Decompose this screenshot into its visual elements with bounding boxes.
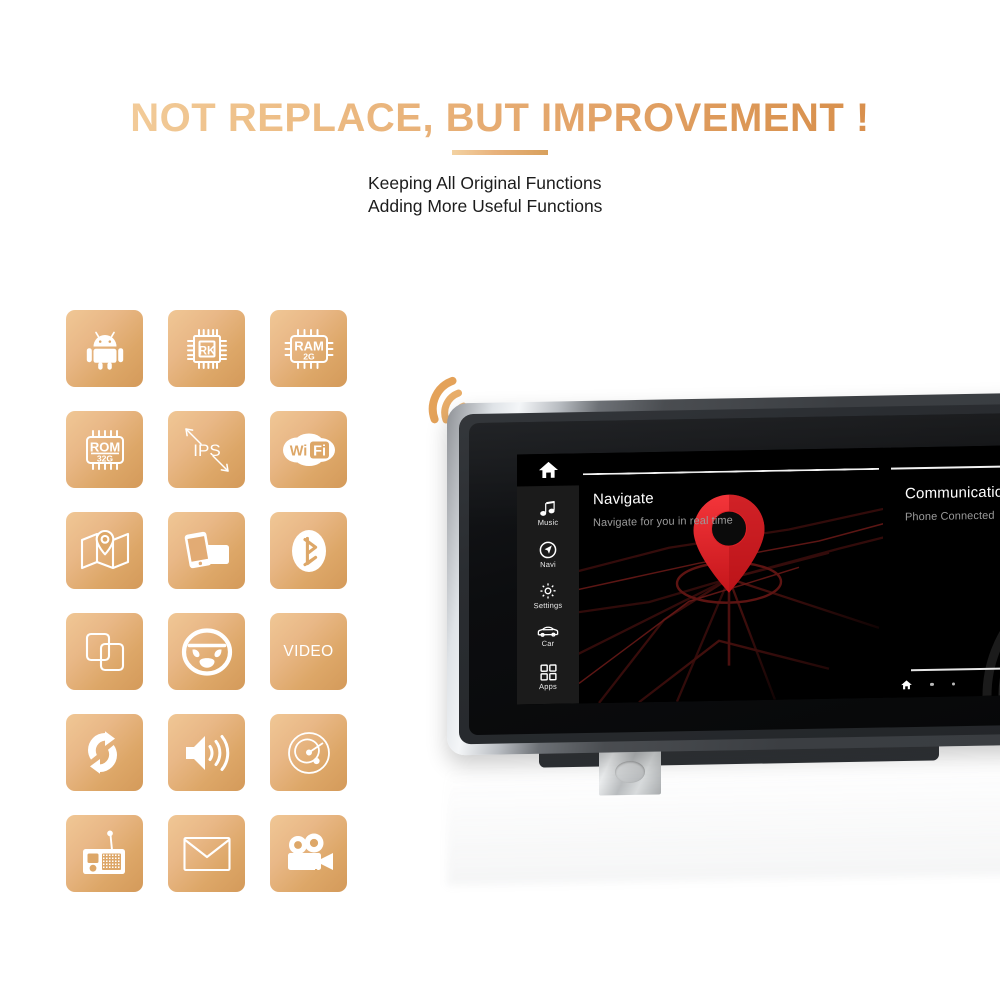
screen-cards: Navigate Navigate for you in real time C… xyxy=(579,445,1000,704)
feature-tile-ram: RAM 2G xyxy=(270,310,347,387)
card-navigate[interactable]: Navigate Navigate for you in real time xyxy=(579,447,883,704)
cpu-chip-icon: RK xyxy=(182,324,232,374)
bluetooth-icon xyxy=(286,526,332,576)
feature-tile-sound xyxy=(168,714,245,791)
car-head-unit: Music Navi Settings Car Apps Navigate Na… xyxy=(447,392,1000,796)
page-title: NOT REPLACE, BUT IMPROVEMENT ! xyxy=(0,96,1000,141)
feature-tile-wifi: Wi Fi xyxy=(270,411,347,488)
feature-icon-grid: RK RAM 2G ROM 32G IPS Wi Fi VIDEO xyxy=(66,310,347,892)
sidebar-item-settings[interactable]: Settings xyxy=(517,574,579,616)
navigation-arrow-icon xyxy=(539,541,557,558)
radio-icon xyxy=(79,830,131,878)
map-gps-icon xyxy=(79,528,131,574)
home-icon xyxy=(538,461,558,479)
rom-chip-icon: ROM 32G xyxy=(77,427,133,473)
feature-tile-split-screen xyxy=(66,613,143,690)
page-dot-2[interactable] xyxy=(951,682,955,686)
card-navigate-subtitle: Navigate for you in real time xyxy=(593,514,733,530)
sidebar-label-music: Music xyxy=(537,517,559,527)
feature-tile-bluetooth xyxy=(270,512,347,589)
sidebar-item-navi[interactable]: Navi xyxy=(517,533,579,575)
map-artwork xyxy=(579,447,883,704)
subtitle-line-2: Adding More Useful Functions xyxy=(368,196,603,216)
feature-tile-steering-control xyxy=(168,613,245,690)
radar-disc-icon xyxy=(285,729,333,777)
split-screen-icon xyxy=(82,629,128,675)
card-navigate-title: Navigate xyxy=(593,490,654,509)
feature-tile-cpu: RK xyxy=(168,310,245,387)
page-dot-1[interactable] xyxy=(930,682,934,687)
svg-text:IPS: IPS xyxy=(193,441,220,460)
steering-wheel-icon xyxy=(181,627,233,676)
sidebar-item-car[interactable]: Car xyxy=(517,615,579,657)
sidebar-label-settings: Settings xyxy=(533,600,563,610)
apps-grid-icon xyxy=(539,664,557,681)
feature-tile-video: VIDEO xyxy=(270,613,347,690)
feature-tile-radar xyxy=(270,714,347,791)
sidebar-label-car: Car xyxy=(541,638,555,649)
sidebar-items: Music Navi Settings Car Apps xyxy=(517,485,579,705)
music-note-icon xyxy=(539,500,555,516)
sidebar-home-button[interactable] xyxy=(517,453,579,487)
card-communication-title: Communication xyxy=(905,483,1000,503)
home-icon[interactable] xyxy=(901,680,912,690)
svg-text:Fi: Fi xyxy=(313,443,326,459)
speaker-sound-icon xyxy=(181,730,233,776)
svg-text:Wi: Wi xyxy=(289,443,307,459)
feature-tile-message xyxy=(168,815,245,892)
unit-reflection xyxy=(447,754,1000,886)
feature-tile-phone-mirror xyxy=(168,512,245,589)
update-refresh-icon xyxy=(81,729,129,777)
svg-text:RK: RK xyxy=(198,345,215,357)
svg-text:2G: 2G xyxy=(303,351,315,361)
card-communication-subtitle: Phone Connected xyxy=(905,509,995,524)
feature-tile-rom: ROM 32G xyxy=(66,411,143,488)
card-communication[interactable]: Communication Phone Connected xyxy=(891,445,1000,698)
title-underline-rule xyxy=(452,150,548,155)
feature-tile-update xyxy=(66,714,143,791)
status-indicator-row xyxy=(901,679,955,690)
car-icon xyxy=(537,626,559,637)
feature-tile-radio xyxy=(66,815,143,892)
feature-tile-gps-map xyxy=(66,512,143,589)
android-icon xyxy=(82,326,128,372)
product-promo-image: NOT REPLACE, BUT IMPROVEMENT ! Keeping A… xyxy=(0,0,1000,1000)
ram-chip-icon: RAM 2G xyxy=(281,326,337,372)
subtitle-block: Keeping All Original Functions Adding Mo… xyxy=(368,172,788,218)
head-unit-screen: Music Navi Settings Car Apps Navigate Na… xyxy=(517,445,1000,705)
video-camera-icon xyxy=(283,832,335,876)
phone-mirror-icon xyxy=(182,528,232,574)
feature-tile-android xyxy=(66,310,143,387)
screen-sidebar: Music Navi Settings Car Apps xyxy=(517,453,579,705)
sidebar-item-apps[interactable]: Apps xyxy=(517,656,579,698)
envelope-icon xyxy=(182,835,232,873)
subtitle-line-1: Keeping All Original Functions xyxy=(368,173,602,193)
sidebar-label-navi: Navi xyxy=(540,559,556,569)
video-label: VIDEO xyxy=(283,642,334,660)
feature-tile-ips: IPS xyxy=(168,411,245,488)
sidebar-label-apps: Apps xyxy=(539,681,557,692)
sidebar-item-music[interactable]: Music xyxy=(517,492,579,534)
svg-text:ROM: ROM xyxy=(89,439,119,454)
svg-text:32G: 32G xyxy=(96,453,113,463)
wifi-icon: Wi Fi xyxy=(280,429,338,471)
ips-screen-icon: IPS xyxy=(174,417,240,483)
feature-tile-video-camera xyxy=(270,815,347,892)
gear-icon xyxy=(540,582,556,599)
